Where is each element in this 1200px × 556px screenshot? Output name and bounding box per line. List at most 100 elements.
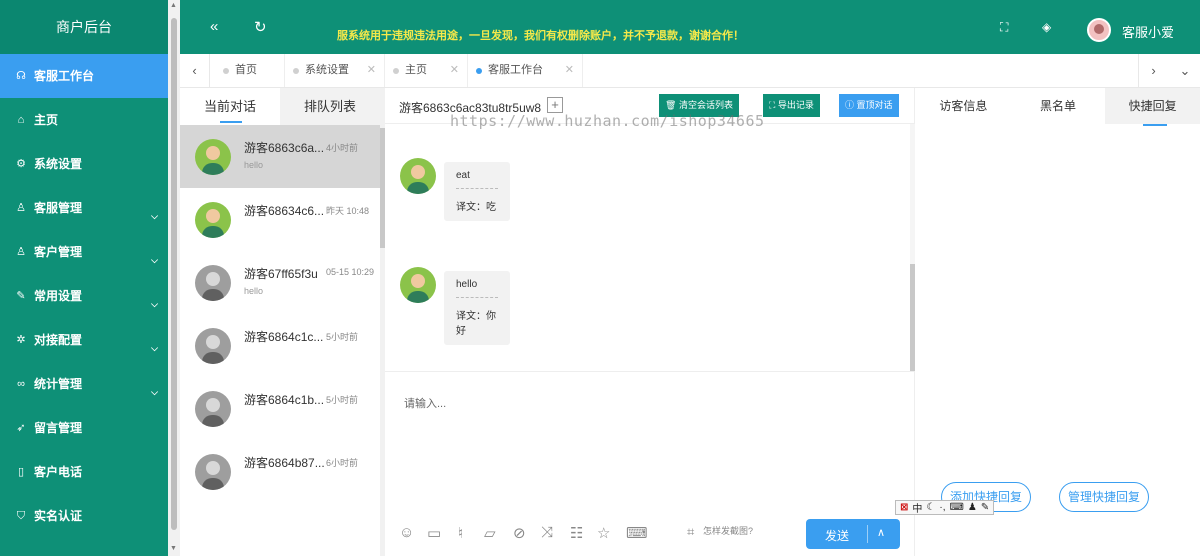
conversation-time: 6小时前 — [326, 458, 359, 468]
sidebar-item[interactable]: ☊ 客服工作台 — [0, 54, 168, 98]
ime-user-icon[interactable]: ♟ — [968, 502, 977, 513]
screenshot-help-link[interactable]: 怎样发截图? — [703, 524, 753, 537]
sidebar-item[interactable]: ♙ 客服管理 ⌵ — [0, 186, 168, 230]
conversation-time: 4小时前 — [326, 143, 359, 153]
sidebar-item[interactable]: ♙ 客户管理 ⌵ — [0, 230, 168, 274]
tabs-scroll-right-icon[interactable]: › — [1138, 54, 1168, 87]
collapse-sidebar-icon[interactable]: « — [210, 18, 218, 35]
right-panel-tabs: 访客信息 黑名单 快捷回复 — [916, 88, 1200, 126]
expand-icon: ⛶ — [769, 100, 776, 110]
ime-toolbar[interactable]: ⊠ 中 ☾ ·, ⌨ ♟ ✎ — [895, 500, 995, 515]
page-tab-label: 首页 — [235, 64, 257, 76]
page-tab[interactable]: 首页 — [215, 54, 285, 87]
clear-conversations-button[interactable]: 🗑 清空会话列表 — [659, 94, 739, 117]
sidebar-item-label: 客户电话 — [34, 465, 83, 479]
tab-blacklist[interactable]: 黑名单 — [1011, 88, 1106, 124]
refresh-icon[interactable]: ↻ — [254, 18, 267, 36]
message-bubble: hello 译文：你好 — [444, 271, 510, 345]
crop-icon[interactable]: ⌗ — [687, 524, 694, 540]
conversation-list: 游客6863c6a... 4小时前 hello 游客68634c6... 昨天 10:4… — [180, 125, 380, 503]
sidebar-item[interactable]: ⛉ 实名认证 — [0, 494, 168, 538]
message-text: eat — [456, 170, 470, 181]
tab-dot-icon — [476, 68, 482, 74]
ime-punctuation-icon[interactable]: ·, — [939, 502, 945, 513]
scroll-up-arrow-icon[interactable]: ▲ — [170, 2, 177, 9]
ime-moon-icon[interactable]: ☾ — [926, 502, 935, 513]
conversation-item[interactable]: 游客68634c6... 昨天 10:48 — [180, 188, 380, 251]
conversation-tabs: 当前对话 排队列表 — [180, 88, 380, 125]
page-tab[interactable]: 主页 ✕ — [385, 54, 468, 87]
close-icon[interactable]: ✕ — [565, 54, 574, 87]
transfer-icon[interactable]: ⤨ — [541, 524, 553, 541]
tabs-scroll-left-icon[interactable]: ‹ — [180, 54, 210, 87]
ime-keyboard-icon[interactable]: ⌨ — [949, 502, 963, 513]
sidebar-item[interactable]: ✎ 常用设置 ⌵ — [0, 274, 168, 318]
sidebar-item[interactable]: ▯ 客户电话 — [0, 450, 168, 494]
message-translation: 译文：你好 — [456, 311, 496, 337]
conversation-item[interactable]: 游客6864c1b... 5小时前 — [180, 377, 380, 440]
star-icon[interactable]: ☆ — [597, 524, 610, 542]
chat-scroll-thumb[interactable] — [910, 264, 915, 371]
translate-icon[interactable]: ⌨ — [626, 524, 648, 542]
chat-scrollbar[interactable] — [910, 124, 915, 371]
tab-quick-reply[interactable]: 快捷回复 — [1105, 88, 1200, 126]
user-avatar[interactable] — [1087, 18, 1111, 42]
conversation-time: 昨天 10:48 — [326, 206, 370, 216]
visitor-avatar — [195, 391, 231, 427]
fullscreen-icon[interactable]: ⛶ — [1000, 20, 1008, 35]
message-input-area[interactable]: 请输入... ☺ ▭ ♮ ▱ ⊘ ⤨ ☷ ☆ ⌨ ⌗ 怎样发截图? 发送 ∧ — [385, 371, 915, 556]
page-tab[interactable]: 客服工作台 ✕ — [468, 54, 583, 87]
conversation-item[interactable]: 游客67ff65f3u 05-15 10:29 hello — [180, 251, 380, 314]
sidebar-item[interactable]: ✲ 对接配置 ⌵ — [0, 318, 168, 362]
add-icon[interactable]: + — [547, 97, 563, 113]
right-panel: 访客信息 黑名单 快捷回复 添加快捷回复 管理快捷回复 — [916, 88, 1200, 556]
emoji-icon[interactable]: ☺ — [399, 524, 414, 541]
conversation-last-message: hello — [244, 286, 264, 296]
conversation-item[interactable]: 游客6863c6a... 4小时前 hello — [180, 125, 380, 188]
image-icon[interactable]: ▭ — [427, 524, 441, 542]
tab-queue-list[interactable]: 排队列表 — [280, 88, 380, 125]
sidebar-scrollbar[interactable]: ▲ ▼ — [168, 0, 180, 556]
sidebar-item-label: 对接配置 — [34, 333, 83, 347]
close-icon[interactable]: ✕ — [367, 54, 376, 87]
conversation-name: 游客6864c1c... — [244, 330, 324, 344]
sidebar-item[interactable]: ∞ 统计管理 ⌵ — [0, 362, 168, 406]
conversation-item[interactable]: 游客6864c1c... 5小时前 — [180, 314, 380, 377]
schedule-icon[interactable]: ☷ — [570, 524, 583, 542]
microphone-icon[interactable]: ♮ — [458, 524, 463, 542]
page-tab[interactable]: 系统设置 ✕ — [285, 54, 385, 87]
sidebar-item-label: 统计管理 — [34, 377, 83, 391]
ime-wrench-icon[interactable]: ✎ — [981, 502, 989, 513]
user-name[interactable]: 客服小爱 — [1122, 22, 1174, 41]
layers-icon[interactable]: ◈ — [1042, 20, 1051, 34]
ime-language-label[interactable]: 中 — [912, 500, 922, 515]
manage-quick-reply-button[interactable]: 管理快捷回复 — [1059, 482, 1150, 512]
conversation-time: 5小时前 — [326, 332, 359, 342]
sidebar-item[interactable]: ➶ 留言管理 — [0, 406, 168, 450]
send-button[interactable]: 发送 ∧ — [806, 519, 900, 549]
tabs-dropdown-icon[interactable]: ⌄ — [1170, 54, 1200, 87]
headset-icon: ☊ — [16, 70, 26, 82]
conversation-time: 5小时前 — [326, 395, 359, 405]
chevron-up-icon[interactable]: ∧ — [877, 526, 885, 539]
tab-visitor-info[interactable]: 访客信息 — [916, 88, 1011, 124]
block-icon[interactable]: ⊘ — [513, 524, 526, 542]
pin-conversation-button[interactable]: ⓘ 置顶对话 — [839, 94, 899, 117]
tab-current-conversations[interactable]: 当前对话 — [180, 88, 280, 125]
users-icon: ♙ — [16, 246, 26, 258]
send-divider — [867, 525, 868, 543]
plugin-icon: ✲ — [16, 334, 26, 346]
message-input-placeholder: 请输入... — [404, 398, 447, 410]
scroll-down-arrow-icon[interactable]: ▼ — [170, 545, 177, 552]
message-bubble: eat 译文：吃 — [444, 162, 510, 221]
conversation-time: 05-15 10:29 — [326, 267, 375, 277]
page-tab-label: 系统设置 — [305, 64, 349, 76]
sidebar-item[interactable]: ⌂ 主页 — [0, 98, 168, 142]
sidebar-scroll-thumb[interactable] — [171, 18, 177, 530]
folder-icon[interactable]: ▱ — [484, 524, 496, 542]
close-icon[interactable]: ✕ — [450, 54, 459, 87]
sidebar-item[interactable]: ⚙ 系统设置 — [0, 142, 168, 186]
export-records-button[interactable]: ⛶ 导出记录 — [763, 94, 820, 117]
conversation-item[interactable]: 游客6864b87... 6小时前 — [180, 440, 380, 503]
ime-logo-icon[interactable]: ⊠ — [900, 502, 908, 513]
